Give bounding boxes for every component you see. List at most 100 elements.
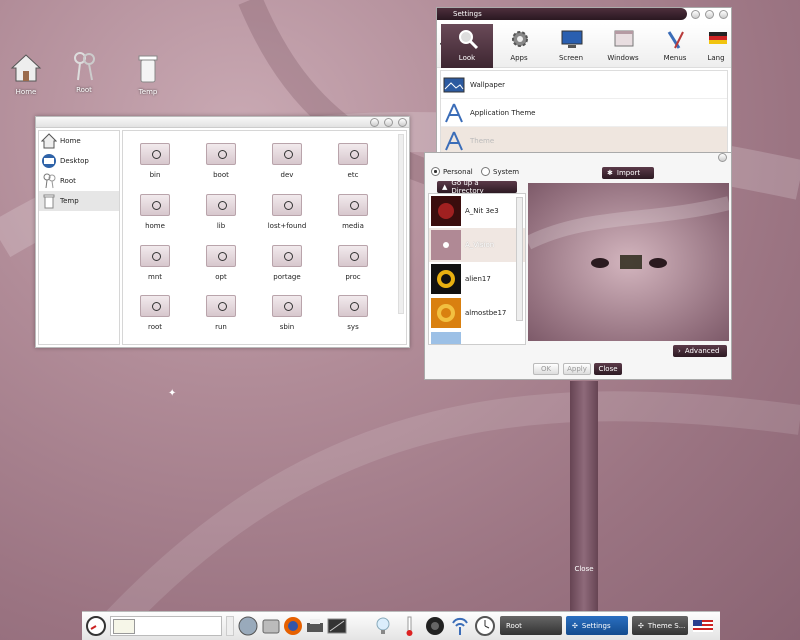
ok-button[interactable]: OK xyxy=(533,363,559,375)
file-manager-titlebar[interactable] xyxy=(36,117,409,128)
settings-item-app-theme[interactable]: Application Theme xyxy=(441,99,727,127)
folder-icon xyxy=(272,245,302,267)
folder-item[interactable]: lib xyxy=(191,194,251,230)
close-button[interactable] xyxy=(398,118,407,127)
tab-apps[interactable]: Apps xyxy=(493,24,545,68)
folder-label: proc xyxy=(345,273,361,281)
folder-item[interactable]: media xyxy=(323,194,383,230)
tab-windows[interactable]: Windows xyxy=(597,24,649,68)
chevron-right-icon: › xyxy=(678,347,681,355)
settings-title[interactable]: Settings xyxy=(437,8,687,20)
maximize-button[interactable] xyxy=(705,10,714,19)
radio-system[interactable]: System xyxy=(481,167,519,176)
pager[interactable] xyxy=(110,616,222,636)
speaker-icon[interactable] xyxy=(424,615,446,637)
file-grid-scrollbar[interactable] xyxy=(398,134,404,314)
folder-item[interactable]: run xyxy=(191,295,251,331)
folder-item[interactable]: boot xyxy=(191,143,251,179)
theme-item[interactable]: A_Vision xyxy=(429,228,525,262)
settings-item-label: Wallpaper xyxy=(470,80,506,89)
folder-item[interactable]: lost+found xyxy=(257,194,317,230)
lightbulb-icon[interactable] xyxy=(372,615,394,637)
folder-icon xyxy=(272,143,302,165)
folder-label: lib xyxy=(216,222,226,230)
desktop-icon-home[interactable]: Home xyxy=(6,52,46,96)
folder-item[interactable]: dev xyxy=(257,143,317,179)
task-root[interactable]: Root xyxy=(500,616,562,635)
monitor-icon xyxy=(561,30,583,48)
folder-item[interactable]: root xyxy=(125,295,185,331)
go-up-button[interactable]: ▲ Go up a Directory xyxy=(437,179,517,195)
radio-personal[interactable]: Personal xyxy=(431,167,473,176)
maximize-button[interactable] xyxy=(384,118,393,127)
theme-item[interactable]: alien17 xyxy=(429,262,525,296)
home-icon xyxy=(10,54,42,82)
desktop-icon-root[interactable]: Root xyxy=(64,50,104,94)
task-settings[interactable]: ✣ Settings xyxy=(566,616,628,635)
settings-item-label: Application Theme xyxy=(470,108,536,117)
minimize-button[interactable] xyxy=(691,10,700,19)
settings-window: Settings ‹ Look Apps Screen Windows Menu… xyxy=(436,7,732,155)
folder-icon xyxy=(140,143,170,165)
settings-item-theme[interactable]: Theme xyxy=(441,127,727,155)
folder-item[interactable]: sys xyxy=(323,295,383,331)
theme-item[interactable]: A_Nit 3e3 xyxy=(429,194,525,228)
folder-label: home xyxy=(145,222,165,230)
wireless-icon[interactable] xyxy=(449,615,471,637)
close-button[interactable]: Close xyxy=(594,363,622,375)
minimize-button[interactable] xyxy=(370,118,379,127)
apply-button[interactable]: Apply xyxy=(563,363,591,375)
folder-item[interactable]: home xyxy=(125,194,185,230)
settings-list: Wallpaper Application Theme Theme xyxy=(440,70,728,155)
theme-thumbnail-icon xyxy=(431,230,461,260)
firefox-icon[interactable] xyxy=(282,615,304,637)
tab-look[interactable]: Look xyxy=(441,24,493,68)
folder-label: etc xyxy=(347,171,359,179)
terminal-icon[interactable] xyxy=(326,615,348,637)
sidebar-item-label: Temp xyxy=(60,197,79,205)
desktop-icon-temp[interactable]: Temp xyxy=(128,52,168,96)
theme-thumbnail-icon xyxy=(431,298,461,328)
theme-item[interactable] xyxy=(429,330,525,344)
us-flag-icon[interactable] xyxy=(692,615,714,637)
theme-preview xyxy=(524,183,731,341)
globe-icon[interactable] xyxy=(237,615,259,637)
close-button[interactable] xyxy=(719,10,728,19)
close-button[interactable] xyxy=(718,153,727,162)
import-label: Import xyxy=(616,169,641,177)
sidebar-item-desktop[interactable]: Desktop xyxy=(39,151,119,171)
tab-menus[interactable]: Menus xyxy=(649,24,701,68)
folder-item[interactable]: proc xyxy=(323,245,383,281)
settings-item-wallpaper[interactable]: Wallpaper xyxy=(441,71,727,99)
arrow-up-icon: ▲ xyxy=(442,183,448,191)
clock-icon[interactable] xyxy=(474,615,496,637)
import-button[interactable]: ✱ Import xyxy=(602,167,654,179)
workspace-thumbnail-icon[interactable] xyxy=(113,619,135,634)
task-theme[interactable]: ✣ Theme S... xyxy=(632,616,688,635)
sidebar-item-root[interactable]: Root xyxy=(39,171,119,191)
folder-item[interactable]: bin xyxy=(125,143,185,179)
import-icon: ✱ xyxy=(607,169,613,177)
folder-item[interactable]: etc xyxy=(323,143,383,179)
folder-item[interactable]: opt xyxy=(191,245,251,281)
advanced-label: Advanced xyxy=(684,347,720,355)
sidebar-item-temp[interactable]: Temp xyxy=(39,191,119,211)
folder-item[interactable]: mnt xyxy=(125,245,185,281)
radio-dot-icon xyxy=(481,167,490,176)
clock-menu-icon[interactable] xyxy=(85,615,107,637)
printer-icon[interactable] xyxy=(304,615,326,637)
folder-item[interactable]: sbin xyxy=(257,295,317,331)
tab-label: Menus xyxy=(663,54,687,62)
folder-label: portage xyxy=(273,273,301,281)
theme-panel: Personal System ✱ Import ▲ Go up a Direc… xyxy=(424,152,732,380)
panel-close-strip[interactable]: Close xyxy=(570,381,598,611)
theme-item[interactable]: almostbe17 xyxy=(429,296,525,330)
tab-screen[interactable]: Screen xyxy=(545,24,597,68)
tab-lang[interactable]: Lang xyxy=(701,24,731,68)
thermometer-icon[interactable] xyxy=(398,615,420,637)
advanced-button[interactable]: › Advanced xyxy=(673,345,727,357)
folder-item[interactable]: portage xyxy=(257,245,317,281)
theme-list-scrollbar[interactable] xyxy=(516,197,523,321)
sidebar-item-home[interactable]: Home xyxy=(39,131,119,151)
drive-icon[interactable] xyxy=(260,615,282,637)
